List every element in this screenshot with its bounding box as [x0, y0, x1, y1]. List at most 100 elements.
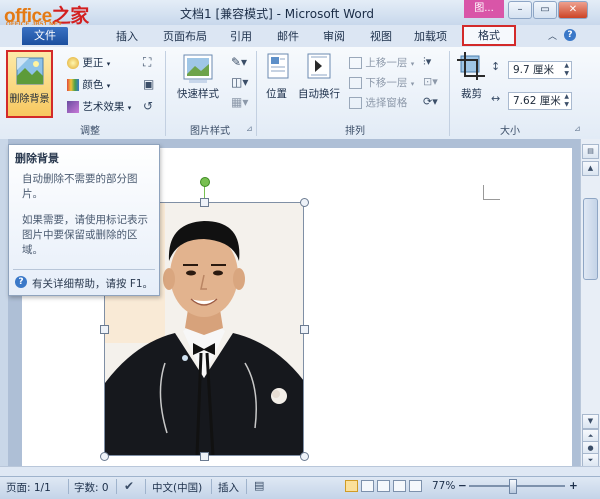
shape-height-icon: ↕: [491, 60, 501, 73]
bring-forward-icon: [349, 57, 362, 69]
shape-height-field[interactable]: 9.7 厘米 ▲ ▼: [508, 61, 572, 79]
size-dialog-launcher-icon[interactable]: ⊿: [574, 124, 581, 133]
scroll-down-icon[interactable]: ▼: [582, 414, 599, 429]
wrap-text-icon: [307, 53, 331, 79]
language[interactable]: 中文(中国): [152, 480, 202, 495]
page-corner-mark: [483, 185, 500, 200]
color-button[interactable]: 颜色 ▾: [67, 77, 110, 92]
zoom-level[interactable]: 77%: [432, 480, 455, 492]
remove-background-button[interactable]: 删除背景: [6, 50, 53, 118]
spin-arrows-icon[interactable]: ▲ ▼: [564, 93, 569, 109]
web-layout-view-icon[interactable]: [377, 480, 390, 492]
zoom-slider[interactable]: [469, 485, 565, 487]
tab-addins[interactable]: 加载项: [414, 28, 447, 44]
maximize-button[interactable]: ▭: [533, 1, 557, 19]
shape-width-field[interactable]: 7.62 厘米 ▲ ▼: [508, 92, 572, 110]
tab-file[interactable]: 文件: [22, 27, 68, 45]
group-label-adjust: 调整: [80, 126, 100, 137]
status-divider: [246, 479, 247, 494]
tab-page-layout[interactable]: 页面布局: [163, 28, 207, 44]
ruler-toggle-icon[interactable]: ▤: [582, 144, 599, 159]
selection-pane-icon: [349, 97, 362, 109]
macro-record-icon[interactable]: ▤: [254, 479, 264, 492]
outline-view-icon[interactable]: [393, 480, 406, 492]
status-divider: [116, 479, 117, 494]
tab-references[interactable]: 引用: [230, 28, 252, 44]
picture-tools-context-tab[interactable]: 图...: [464, 0, 504, 18]
scroll-thumb[interactable]: [583, 198, 598, 280]
spin-arrows-icon[interactable]: ▲ ▼: [564, 62, 569, 78]
crop-button[interactable]: [457, 52, 487, 82]
tab-mailings[interactable]: 邮件: [277, 28, 299, 44]
remove-background-icon: [16, 57, 43, 85]
position-button[interactable]: [266, 52, 292, 82]
picture-styles-dialog-launcher-icon[interactable]: ⊿: [246, 124, 253, 133]
tab-format[interactable]: 格式: [462, 25, 516, 46]
zoom-slider-knob[interactable]: [509, 479, 517, 494]
zoom-out-button[interactable]: −: [458, 480, 467, 492]
artistic-effects-icon: [67, 101, 79, 113]
help-icon[interactable]: ?: [564, 29, 576, 41]
status-divider: [211, 479, 212, 494]
ribbon-collapse-icon[interactable]: ︿: [548, 29, 557, 42]
help-icon: ?: [15, 276, 27, 288]
compress-pictures-icon[interactable]: ⛶: [143, 55, 151, 70]
position-icon: [267, 53, 289, 79]
tooltip-body: 自动删除不需要的部分图片。 如果需要，请使用标记表示图片中要保留或删除的区域。: [22, 172, 154, 269]
rotate-icon[interactable]: ⟳▾: [423, 95, 438, 108]
quick-styles-icon: [183, 54, 213, 83]
minimize-button[interactable]: –: [508, 1, 532, 19]
zoom-in-button[interactable]: +: [569, 480, 578, 492]
left-margin: [0, 139, 8, 466]
change-picture-icon[interactable]: ▣: [143, 77, 154, 91]
group-label-picture-styles: 图片样式: [190, 126, 230, 137]
align-icon[interactable]: ⫶▾: [423, 55, 431, 69]
insert-mode[interactable]: 插入: [218, 480, 239, 495]
print-layout-view-icon[interactable]: [345, 480, 358, 492]
selection-pane-label: 选择窗格: [365, 97, 408, 109]
wrap-text-button[interactable]: [306, 52, 334, 82]
resize-handle-left[interactable]: [100, 325, 109, 334]
shape-height-value: 9.7 厘米: [513, 64, 555, 76]
selection-pane-button[interactable]: 选择窗格: [349, 95, 407, 110]
group-label-arrange: 排列: [345, 126, 365, 137]
restore-icon: ▭: [540, 4, 550, 15]
draft-view-icon[interactable]: [409, 480, 422, 492]
close-button[interactable]: ✕: [558, 1, 588, 19]
resize-handle-right[interactable]: [300, 325, 309, 334]
tab-review[interactable]: 审阅: [323, 28, 345, 44]
resize-handle-bottom[interactable]: [200, 452, 209, 461]
proofing-icon[interactable]: ✔: [124, 479, 134, 493]
color-icon: [67, 79, 79, 91]
tab-insert[interactable]: 插入: [116, 28, 138, 44]
status-divider: [145, 479, 146, 494]
bring-forward-button[interactable]: 上移一层 ▾: [349, 55, 414, 70]
corrections-button[interactable]: 更正 ▾: [67, 55, 110, 70]
remove-background-tooltip: 删除背景 自动删除不需要的部分图片。 如果需要，请使用标记表示图片中要保留或删除…: [8, 144, 160, 296]
rotation-handle[interactable]: [200, 177, 210, 187]
artistic-effects-label: 艺术效果: [82, 101, 125, 113]
wrap-text-label: 自动换行: [298, 88, 340, 100]
resize-handle-top-right[interactable]: [300, 198, 309, 207]
resize-handle-bottom-right[interactable]: [300, 452, 309, 461]
group-objects-icon[interactable]: ⊡▾: [423, 75, 438, 88]
resize-handle-bottom-left[interactable]: [100, 452, 109, 461]
artistic-effects-button[interactable]: 艺术效果 ▾: [67, 99, 131, 114]
word-count[interactable]: 字数: 0: [74, 480, 109, 495]
scroll-up-icon[interactable]: ▲: [582, 161, 599, 176]
corrections-label: 更正: [82, 57, 104, 69]
page-count[interactable]: 页面: 1/1: [6, 480, 51, 495]
tab-view[interactable]: 视图: [370, 28, 392, 44]
reset-picture-icon[interactable]: ↺: [143, 99, 153, 113]
group-label-size: 大小: [500, 126, 520, 137]
full-screen-reading-view-icon[interactable]: [361, 480, 374, 492]
watermark-logo: office之家 OFFICE.JB51.NET: [4, 1, 89, 28]
send-backward-button[interactable]: 下移一层 ▾: [349, 75, 414, 90]
picture-effects-icon[interactable]: ◫▾: [231, 75, 248, 89]
picture-border-icon[interactable]: ✎▾: [231, 55, 247, 69]
resize-handle-top[interactable]: [200, 198, 209, 207]
picture-layout-icon[interactable]: ▦▾: [231, 95, 248, 109]
send-backward-label: 下移一层: [365, 77, 408, 89]
quick-styles-label: 快速样式: [177, 88, 219, 100]
window-title: 文档1 [兼容模式] - Microsoft Word: [180, 7, 375, 21]
